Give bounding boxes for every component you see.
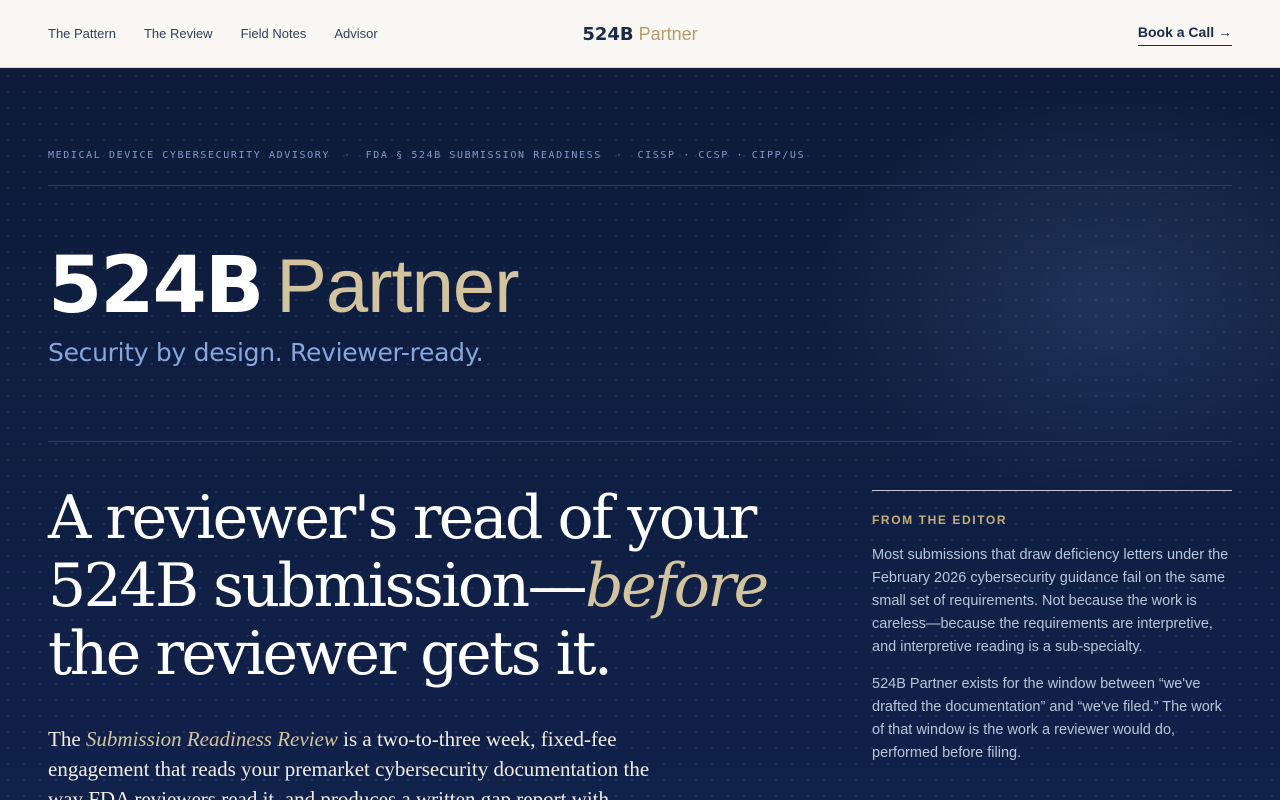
hero-headline: A reviewer's read of your 524B submissio… (48, 484, 828, 688)
book-a-call-link[interactable]: Book a Call → (1137, 24, 1232, 46)
brand-name-light: Partner (638, 24, 698, 44)
headline-line-1: A reviewer's read of your (48, 483, 757, 553)
eyebrow-item-advisory: MEDICAL DEVICE CYBERSECURITY ADVISORY (48, 150, 330, 161)
headline-line-3: the reviewer gets it. (48, 619, 613, 689)
wordmark-light: Partner (276, 244, 519, 329)
headline-line-2: 524B submission— (48, 551, 588, 621)
eyebrow-item-certifications: CISSP · CCSP · CIPP/US (637, 150, 806, 161)
eyebrow-separator: · (343, 150, 352, 161)
editor-label: FROM THE EDITOR (872, 513, 1008, 527)
intro-service-name: Submission Readiness Review (85, 727, 338, 751)
brand-name-bold: 524B (582, 24, 634, 45)
editor-paragraph: Most submissions that draw deficiency le… (872, 547, 1229, 655)
headline-emphasis: before (585, 551, 769, 621)
divider (48, 185, 1232, 186)
hero-intro: The Submission Readiness Review is a two… (48, 724, 668, 800)
brand-logo[interactable]: 524B Partner (0, 22, 1280, 47)
eyebrow-separator: · (615, 150, 624, 161)
top-navigation: The Pattern The Review Field Notes Advis… (0, 0, 1280, 68)
editor-note: FROM THE EDITOR Most submissions that dr… (872, 490, 1232, 800)
hero-section: MEDICAL DEVICE CYBERSECURITY ADVISORY · … (0, 68, 1280, 800)
hero-tagline: Security by design. Reviewer-ready. (48, 338, 484, 367)
eyebrow-item-readiness: FDA § 524B SUBMISSION READINESS (365, 150, 602, 161)
eyebrow-credentials: MEDICAL DEVICE CYBERSECURITY ADVISORY · … (48, 150, 805, 161)
divider (48, 441, 1232, 442)
editor-paragraph: 524B Partner exists for the window betwe… (872, 676, 1222, 761)
intro-lead: The (48, 727, 81, 751)
wordmark-bold: 524B (48, 241, 264, 331)
